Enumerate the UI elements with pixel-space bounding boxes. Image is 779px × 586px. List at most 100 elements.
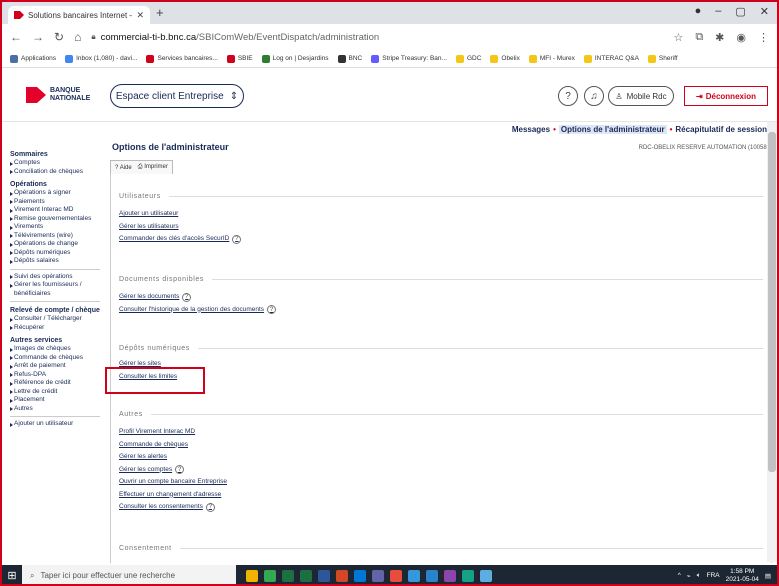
sidebar-item[interactable]: Dépôts numériques bbox=[10, 249, 100, 258]
maximize-icon[interactable]: ▢ bbox=[735, 5, 745, 18]
sidebar-item[interactable]: Télévirements (wire) bbox=[10, 232, 100, 241]
logout-button[interactable]: ⇥ Déconnexion bbox=[684, 86, 768, 106]
network-icon[interactable]: ⌁ bbox=[687, 572, 691, 580]
sidebar-item[interactable]: Suivi des opérations bbox=[10, 273, 100, 282]
sidebar-item[interactable]: Récupérer bbox=[10, 324, 100, 333]
menu-icon[interactable]: ⋮ bbox=[758, 31, 769, 44]
bookmark-item[interactable]: Applications bbox=[10, 54, 56, 63]
bookmark-item[interactable]: Obelix bbox=[490, 54, 520, 63]
bookmark-item[interactable]: GDC bbox=[455, 54, 481, 63]
link-order-securid[interactable]: Commander des clés d'accès SecurID? bbox=[119, 233, 763, 246]
bookmark-item[interactable]: MFI - Murex bbox=[528, 54, 575, 63]
sidebar-item[interactable]: Comptes bbox=[10, 159, 100, 168]
language-indicator[interactable]: FRA bbox=[707, 572, 720, 579]
bookmark-item[interactable]: SBIE bbox=[226, 54, 253, 63]
sidebar-item[interactable]: Lettre de crédit bbox=[10, 388, 100, 397]
bookmark-item[interactable]: Inbox (1,080) - davi... bbox=[65, 54, 137, 63]
sidebar-item[interactable]: Opérations à signer bbox=[10, 189, 100, 198]
word-icon[interactable] bbox=[318, 569, 330, 582]
link-manage-accounts[interactable]: Gérer les comptes? bbox=[119, 464, 763, 477]
help-button[interactable]: ? bbox=[558, 86, 578, 106]
nav-admin-options[interactable]: Options de l'administrateur bbox=[558, 125, 667, 134]
help-icon[interactable]: ? bbox=[232, 234, 242, 244]
sidebar-item[interactable]: Placement bbox=[10, 396, 100, 405]
sidebar-item[interactable]: Virements bbox=[10, 223, 100, 232]
bookmark-item[interactable]: Services bancaires... bbox=[146, 54, 218, 63]
help-icon[interactable]: ? bbox=[182, 292, 192, 302]
sidebar-item[interactable]: Opérations de change bbox=[10, 240, 100, 249]
back-icon[interactable]: ← bbox=[10, 30, 22, 44]
sidebar-item[interactable]: Conciliation de chèques bbox=[10, 168, 100, 177]
sidebar-item[interactable]: Référence de crédit bbox=[10, 379, 100, 388]
aide-link[interactable]: ? Aide bbox=[115, 165, 132, 171]
link-cheque-order[interactable]: Commande de chèques bbox=[119, 439, 763, 452]
link-interac-profile[interactable]: Profil Virement Interac MD bbox=[119, 426, 763, 439]
clock[interactable]: 1:58 PM 2021-05-04 bbox=[726, 568, 759, 583]
outlook-icon[interactable] bbox=[354, 569, 366, 582]
nav-messages[interactable]: Messages bbox=[512, 125, 550, 134]
file-explorer-icon[interactable] bbox=[246, 569, 258, 582]
puzzle-icon[interactable]: ✱ bbox=[715, 31, 724, 44]
taskbar-search[interactable]: ⌕ Taper ici pour effectuer une recherche bbox=[22, 565, 236, 584]
link-add-user[interactable]: Ajouter un utilisateur bbox=[119, 208, 763, 221]
notifications-button[interactable]: ♫ bbox=[584, 86, 604, 106]
bookmark-star-icon[interactable]: ☆ bbox=[673, 31, 683, 44]
app-icon[interactable] bbox=[462, 569, 474, 582]
avatar-icon[interactable]: ◉ bbox=[736, 31, 746, 44]
link-manage-alerts[interactable]: Gérer les alertes bbox=[119, 451, 763, 464]
nav-session-summary[interactable]: Récapitulatif de session bbox=[675, 125, 767, 134]
app-icon[interactable] bbox=[408, 569, 420, 582]
extension-icon[interactable]: ⧉ bbox=[695, 31, 703, 44]
notification-center-icon[interactable]: ▤ bbox=[765, 572, 771, 580]
link-manage-documents[interactable]: Gérer les documents? bbox=[119, 291, 763, 304]
tray-chevron-icon[interactable]: ^ bbox=[678, 572, 681, 579]
space-selector-button[interactable]: Espace client Entreprise ⇕ bbox=[110, 84, 244, 108]
app-icon[interactable] bbox=[390, 569, 402, 582]
home-icon[interactable]: ⌂ bbox=[74, 30, 81, 44]
forward-icon[interactable]: → bbox=[32, 30, 44, 44]
sidebar-item[interactable]: Dépôts salaires bbox=[10, 257, 100, 266]
app-icon[interactable] bbox=[426, 569, 438, 582]
bookmark-item[interactable]: Sheriff bbox=[647, 54, 678, 63]
link-change-address[interactable]: Effectuer un changement d'adresse bbox=[119, 489, 763, 502]
bookmark-item[interactable]: BNC bbox=[337, 54, 362, 63]
imprimer-link[interactable]: ⎙ Imprimer bbox=[138, 164, 168, 171]
help-icon[interactable]: ? bbox=[205, 502, 215, 512]
reload-icon[interactable]: ↻ bbox=[54, 30, 64, 44]
sidebar-item-add-user[interactable]: Ajouter un utilisateur bbox=[10, 420, 100, 429]
volume-icon[interactable]: 🔈︎ bbox=[697, 572, 701, 580]
sidebar-item[interactable]: Remise gouvernementales bbox=[10, 215, 100, 224]
windows-start-icon[interactable]: ⊞ bbox=[2, 565, 22, 584]
app-icon[interactable] bbox=[480, 569, 492, 582]
close-tab-icon[interactable]: ✕ bbox=[136, 10, 144, 21]
link-view-consents[interactable]: Consulter les consentements? bbox=[119, 501, 763, 514]
browser-tab[interactable]: Solutions bancaires Internet — E ✕ bbox=[8, 6, 150, 24]
link-manage-sites[interactable]: Gérer les sites bbox=[119, 358, 763, 371]
sidebar-item[interactable]: Images de chèques bbox=[10, 345, 100, 354]
app-icon[interactable] bbox=[444, 569, 456, 582]
sidebar-item[interactable]: Consulter / Télécharger bbox=[10, 315, 100, 324]
page-scrollbar[interactable] bbox=[767, 122, 777, 562]
help-icon[interactable]: ? bbox=[267, 305, 277, 315]
sidebar-item[interactable]: Commande de chèques bbox=[10, 354, 100, 363]
bookmark-item[interactable]: Stripe Treasury: Ban... bbox=[371, 54, 447, 63]
link-open-account[interactable]: Ouvrir un compte bancaire Entreprise bbox=[119, 476, 763, 489]
new-tab-icon[interactable]: + bbox=[156, 6, 164, 20]
excel-icon[interactable] bbox=[282, 569, 294, 582]
teams-icon[interactable] bbox=[372, 569, 384, 582]
profile-icon[interactable]: ● bbox=[695, 5, 702, 18]
minimize-icon[interactable]: – bbox=[715, 5, 721, 18]
bookmark-item[interactable]: Log on | Desjardins bbox=[261, 54, 329, 63]
sidebar-item[interactable]: Arrêt de paiement bbox=[10, 362, 100, 371]
bnc-logo[interactable]: BANQUE NATIONALE bbox=[26, 87, 90, 103]
sidebar-item[interactable]: Paiements bbox=[10, 198, 100, 207]
link-manage-users[interactable]: Gérer les utilisateurs bbox=[119, 221, 763, 234]
sidebar-item[interactable]: Refus-DPA bbox=[10, 371, 100, 380]
link-document-history[interactable]: Consulter l'historique de la gestion des… bbox=[119, 304, 763, 317]
powerpoint-icon[interactable] bbox=[336, 569, 348, 582]
sidebar-item[interactable]: Gérer les fournisseurs / bénéficiaires bbox=[10, 281, 100, 298]
sidebar-item[interactable]: Virement Interac MD bbox=[10, 206, 100, 215]
link-view-limits[interactable]: Consulter les limites bbox=[119, 371, 763, 384]
chrome-icon[interactable] bbox=[264, 569, 276, 582]
address-bar[interactable]: 🔒︎ commercial-ti-b.bnc.ca/SBIComWeb/Even… bbox=[91, 28, 663, 46]
